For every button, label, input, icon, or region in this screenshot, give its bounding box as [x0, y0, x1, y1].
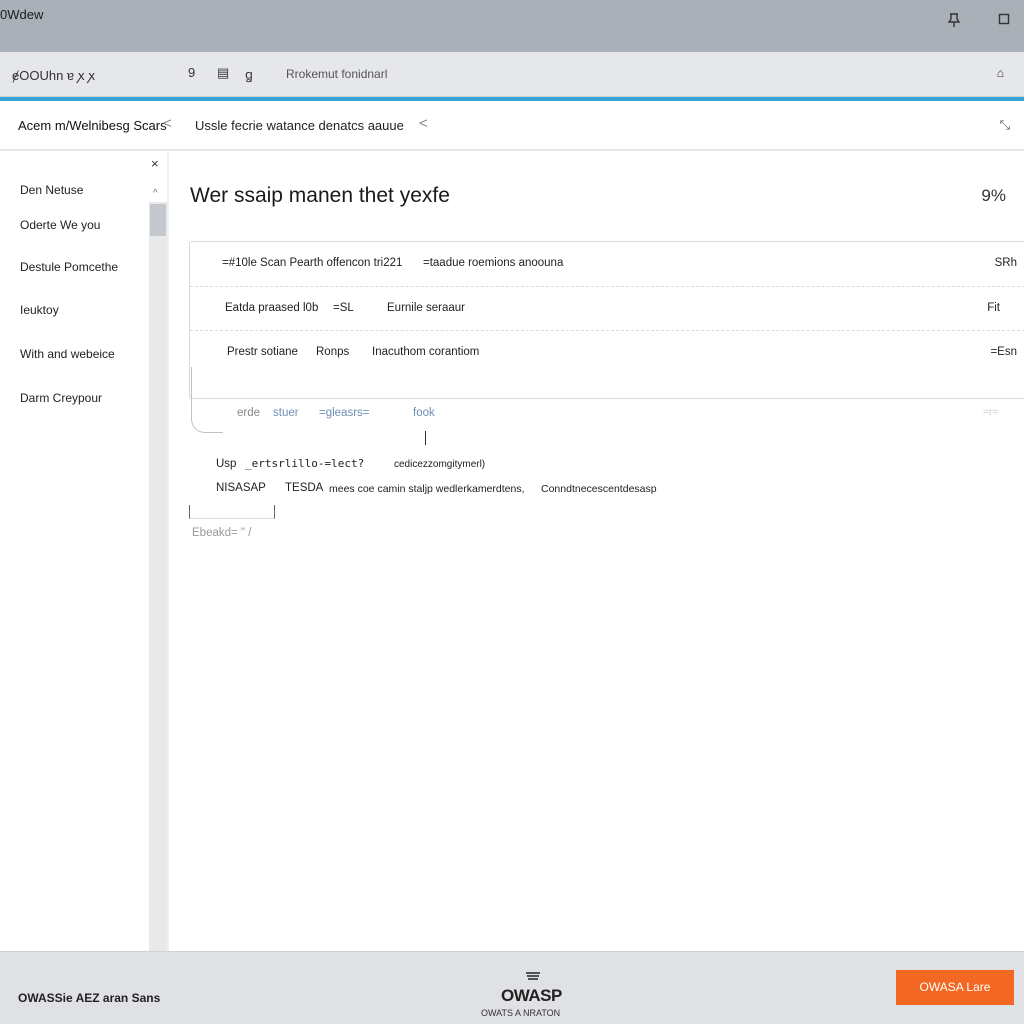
- table-row[interactable]: Prestr sotiane Ronps Inacuthom corantiom…: [190, 330, 1024, 374]
- search-input[interactable]: Rrokemut fonidnarl: [286, 67, 387, 81]
- sidebar: Den Netuse Oderte We you Destule Pomceth…: [0, 153, 148, 951]
- tree-connector: [191, 367, 223, 433]
- table-cell: Eurnile seraaur: [387, 302, 465, 314]
- pin-icon[interactable]: [944, 12, 964, 32]
- main-content: Wer ssaip manen thet yexfe 9% =#10le Sca…: [169, 153, 1024, 951]
- table-cell: Ronps: [316, 346, 350, 358]
- results-table: =#10le Scan Pearth offencon tri221 =taad…: [189, 241, 1024, 399]
- log-tag: TESDA: [285, 482, 324, 494]
- cta-button[interactable]: OWASA Lare: [896, 970, 1014, 1005]
- log-code: _ertsrlillo-=lect?: [245, 457, 365, 470]
- scrollbar-track[interactable]: [149, 202, 167, 952]
- footer-brand: OWASSie AEZ aran Sans: [18, 991, 161, 1005]
- log-label: Usp: [216, 458, 237, 470]
- sidebar-item-webeice[interactable]: With and webeice: [20, 347, 115, 361]
- chevron-left-icon[interactable]: <: [419, 115, 428, 132]
- chevron-left-icon[interactable]: <: [163, 115, 172, 132]
- expand-icon[interactable]: ⤡: [1000, 117, 1010, 133]
- sub-item[interactable]: fook: [413, 407, 435, 419]
- sidebar-item-ieuktoy[interactable]: Ieuktoy: [20, 303, 59, 317]
- table-cell: =SL: [333, 302, 354, 314]
- table-row[interactable]: Eatda praased l0b =SL Eurnile seraaur Fi…: [190, 286, 1024, 330]
- table-cell: Prestr sotiane: [227, 346, 298, 358]
- address-field[interactable]: ɇOOUhn ɐ ꭗ ꭗ: [12, 66, 95, 84]
- sub-item-meta: =r=: [982, 407, 998, 418]
- table-row[interactable]: =#10le Scan Pearth offencon tri221 =taad…: [190, 242, 1024, 286]
- sub-item[interactable]: erde: [237, 407, 260, 419]
- table-cell: =#10le Scan Pearth offencon tri221: [222, 257, 403, 269]
- home-icon[interactable]: ⌂: [997, 66, 1004, 80]
- sidebar-item-darm[interactable]: Darm Creypour: [20, 391, 102, 405]
- close-icon[interactable]: ×: [151, 156, 159, 171]
- log-label: NISASAP: [216, 482, 266, 494]
- table-cell: SRh: [994, 257, 1017, 269]
- scroll-up-icon[interactable]: ^: [153, 188, 158, 199]
- table-cell: Eatda praased l0b: [225, 302, 319, 314]
- edit-icon[interactable]: ꬶ: [245, 65, 253, 83]
- sidebar-item-oderte[interactable]: Oderte We you: [20, 218, 100, 232]
- table-cell: =taadue roemions anoouna: [423, 257, 564, 269]
- table-cell: =Esn: [990, 346, 1017, 358]
- window-title: 0Wdew: [0, 7, 44, 22]
- input-box[interactable]: [189, 505, 275, 519]
- footer: OWASSie AEZ aran Sans OWASP OWATS A NRAT…: [0, 951, 1024, 1024]
- sub-item[interactable]: =gleasrs=: [319, 407, 370, 419]
- table-cell: Inacuthom corantiom: [372, 346, 480, 358]
- title-bar: 0Wdew: [0, 0, 1024, 52]
- sidebar-item-destule[interactable]: Destule Pomcethe: [20, 260, 118, 274]
- breadcrumb-item-root[interactable]: Acem m/Welnibesg Scars: [18, 118, 167, 133]
- refresh-icon[interactable]: 9: [188, 65, 195, 80]
- page-title: Wer ssaip manen thet yexfe: [190, 184, 450, 207]
- list-icon[interactable]: ▤: [217, 65, 229, 81]
- address-toolbar: ɇOOUhn ɐ ꭗ ꭗ 9 ▤ ꬶ Rrokemut fonidnarl ⌂: [0, 52, 1024, 97]
- breadcrumb: Acem m/Welnibesg Scars < Ussle fecrie wa…: [0, 101, 1024, 151]
- window-restore-icon[interactable]: [994, 12, 1014, 32]
- sub-item[interactable]: stuer: [273, 407, 299, 419]
- log-text: Ebeakd= " /: [192, 527, 252, 539]
- log-text: cedicezzomgitymerl): [394, 459, 486, 470]
- sidebar-item-den-netuse[interactable]: Den Netuse: [20, 183, 83, 197]
- owasp-logo-subtitle: OWATS A NRATON: [481, 1008, 561, 1018]
- owasp-logo: OWASP: [501, 986, 562, 1005]
- log-text: mees coe camin staljp wedlerkamerdtens,: [329, 483, 525, 495]
- percent-badge: 9%: [981, 186, 1006, 205]
- table-cell: Fit: [987, 302, 1000, 314]
- breadcrumb-item-current[interactable]: Ussle fecrie watance denatcs aauue: [195, 118, 404, 133]
- text-cursor: [425, 431, 426, 445]
- scrollbar-thumb[interactable]: [150, 204, 166, 236]
- log-link[interactable]: Conndtnecescentdesasp: [541, 483, 657, 495]
- owasp-logo-icon: [526, 972, 540, 980]
